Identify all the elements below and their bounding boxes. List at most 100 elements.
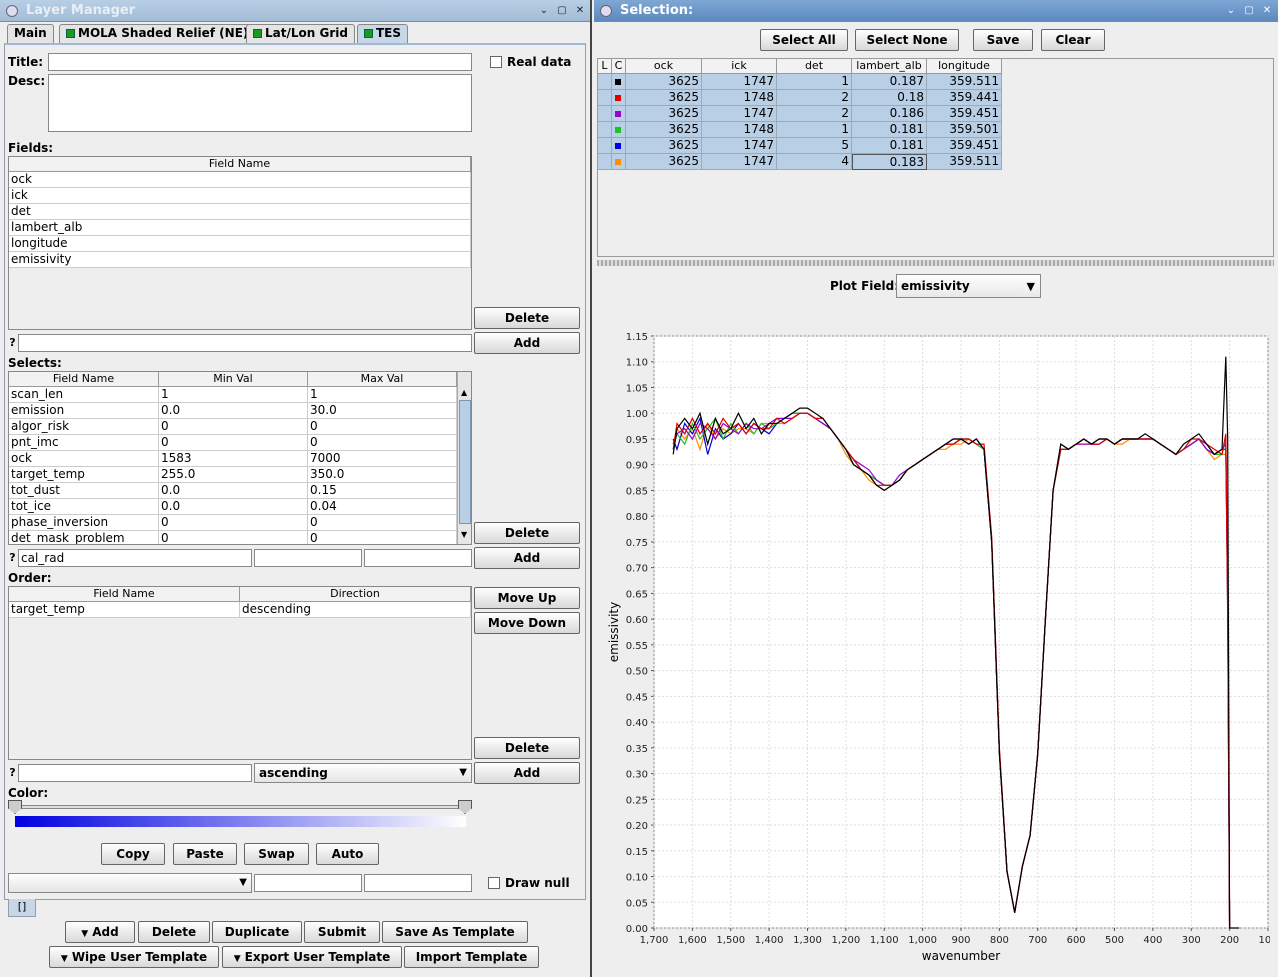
select-none-button[interactable]: Select None	[855, 29, 959, 51]
selection-header-0[interactable]: L	[598, 59, 612, 74]
selects-cell[interactable]: target_temp	[9, 467, 159, 483]
split-divider[interactable]	[597, 260, 1274, 266]
help-icon[interactable]: ?	[8, 334, 17, 352]
delete-button[interactable]: Delete	[138, 921, 210, 943]
selects-cell[interactable]: 0	[159, 515, 308, 531]
selection-header-3[interactable]: ick	[702, 59, 777, 74]
add-dropdown-button[interactable]: ▼ Add	[65, 921, 135, 943]
selects-cell[interactable]: 0.0	[159, 499, 308, 515]
selection-row-color[interactable]	[612, 122, 626, 138]
selection-header-4[interactable]: det	[777, 59, 852, 74]
selection-cell[interactable]: 3625	[626, 90, 702, 106]
selects-cell[interactable]: 0	[308, 435, 457, 451]
desc-textarea[interactable]	[48, 74, 472, 132]
selects-cell[interactable]: 0.0	[159, 403, 308, 419]
selection-row-lock[interactable]	[598, 90, 612, 106]
selection-cell[interactable]: 3625	[626, 106, 702, 122]
order-direction-select[interactable]: ascending ▼	[254, 763, 472, 783]
selection-row-color[interactable]	[612, 106, 626, 122]
selection-cell[interactable]: 1748	[702, 90, 777, 106]
selection-header-1[interactable]: C	[612, 59, 626, 74]
selects-min-input[interactable]	[254, 549, 362, 567]
fields-row[interactable]: lambert_alb	[9, 220, 471, 236]
selection-cell[interactable]: 359.501	[927, 122, 1002, 138]
select-all-button[interactable]: Select All	[760, 29, 848, 51]
selects-cell[interactable]: 0	[308, 419, 457, 435]
selects-cell[interactable]: 1583	[159, 451, 308, 467]
collapse-icon[interactable]: ⌄	[1224, 4, 1238, 18]
fields-delete-button[interactable]: Delete	[474, 307, 580, 329]
null-value-input-1[interactable]	[254, 874, 362, 892]
tab-main[interactable]: Main	[7, 24, 54, 43]
order-delete-button[interactable]: Delete	[474, 737, 580, 759]
selection-cell[interactable]: 359.451	[927, 106, 1002, 122]
selects-delete-button[interactable]: Delete	[474, 522, 580, 544]
layer-manager-titlebar[interactable]: Layer Manager ⌄ ▢ ✕	[0, 0, 590, 22]
selects-cell[interactable]: 0	[159, 531, 308, 544]
selection-cell[interactable]: 0.183	[852, 154, 927, 170]
selects-cell[interactable]: 0	[308, 515, 457, 531]
emissivity-chart[interactable]: 0.00 0.05 0.10 0.15 0.20 0.25 0.30 0.35 0.40 0.45…	[600, 322, 1270, 970]
order-add-button[interactable]: Add	[474, 762, 580, 784]
selection-row-lock[interactable]	[598, 122, 612, 138]
wipe-user-template-button[interactable]: ▼ Wipe User Template	[49, 946, 219, 968]
selects-cell[interactable]: tot_dust	[9, 483, 159, 499]
selects-cell[interactable]: 255.0	[159, 467, 308, 483]
duplicate-button[interactable]: Duplicate	[212, 921, 302, 943]
selects-cell[interactable]: 7000	[308, 451, 457, 467]
selection-row-lock[interactable]	[598, 138, 612, 154]
selection-cell[interactable]: 0.187	[852, 74, 927, 90]
selection-cell[interactable]: 359.511	[927, 74, 1002, 90]
close-icon[interactable]: ✕	[1260, 4, 1274, 18]
selection-row-color[interactable]	[612, 154, 626, 170]
selects-cell[interactable]: 0.0	[159, 483, 308, 499]
scroll-down-icon[interactable]: ▼	[461, 530, 467, 539]
maximize-icon[interactable]: ▢	[1242, 4, 1256, 18]
selection-cell[interactable]: 359.451	[927, 138, 1002, 154]
fields-add-input[interactable]	[18, 334, 472, 352]
selection-row-lock[interactable]	[598, 154, 612, 170]
export-user-template-button[interactable]: ▼ Export User Template	[222, 946, 402, 968]
move-up-button[interactable]: Move Up	[474, 587, 580, 609]
title-input[interactable]	[48, 53, 472, 71]
copy-button[interactable]: Copy	[101, 843, 165, 865]
selection-row-color[interactable]	[612, 74, 626, 90]
selection-cell[interactable]: 1747	[702, 138, 777, 154]
selects-cell[interactable]: tot_ice	[9, 499, 159, 515]
selection-cell[interactable]: 0.181	[852, 122, 927, 138]
selection-header-5[interactable]: lambert_alb	[852, 59, 927, 74]
selection-cell[interactable]: 1748	[702, 122, 777, 138]
selects-scrollbar[interactable]: ▲ ▼	[457, 372, 471, 544]
selects-cell[interactable]: algor_risk	[9, 419, 159, 435]
null-value-input-2[interactable]	[364, 874, 472, 892]
color-slider-track[interactable]	[14, 805, 466, 809]
selection-cell[interactable]: 1747	[702, 74, 777, 90]
selects-field-input[interactable]: cal_rad	[18, 549, 252, 567]
selection-row-lock[interactable]	[598, 106, 612, 122]
selection-cell[interactable]: 2	[777, 106, 852, 122]
save-button[interactable]: Save	[973, 29, 1033, 51]
move-down-button[interactable]: Move Down	[474, 612, 580, 634]
submit-button[interactable]: Submit	[304, 921, 380, 943]
selection-cell[interactable]: 0.186	[852, 106, 927, 122]
selects-cell[interactable]: 0.04	[308, 499, 457, 515]
selection-cell[interactable]: 5	[777, 138, 852, 154]
maximize-icon[interactable]: ▢	[555, 4, 569, 18]
selection-cell[interactable]: 1	[777, 74, 852, 90]
selection-cell[interactable]: 3625	[626, 138, 702, 154]
selects-cell[interactable]: 30.0	[308, 403, 457, 419]
tab-tes[interactable]: TES	[357, 24, 409, 43]
bottom-tab[interactable]: []	[8, 899, 36, 917]
tab-mola[interactable]: MOLA Shaded Relief (NE)	[59, 24, 256, 43]
null-mode-select[interactable]: ▼	[8, 873, 252, 893]
selection-cell[interactable]: 359.441	[927, 90, 1002, 106]
clear-button[interactable]: Clear	[1041, 29, 1105, 51]
selection-cell[interactable]: 1747	[702, 106, 777, 122]
fields-row[interactable]: longitude	[9, 236, 471, 252]
selects-add-button[interactable]: Add	[474, 547, 580, 569]
selection-cell[interactable]: 0.181	[852, 138, 927, 154]
fields-row[interactable]: ock	[9, 172, 471, 188]
selects-cell[interactable]: 0.15	[308, 483, 457, 499]
selection-header-2[interactable]: ock	[626, 59, 702, 74]
selection-row-color[interactable]	[612, 138, 626, 154]
